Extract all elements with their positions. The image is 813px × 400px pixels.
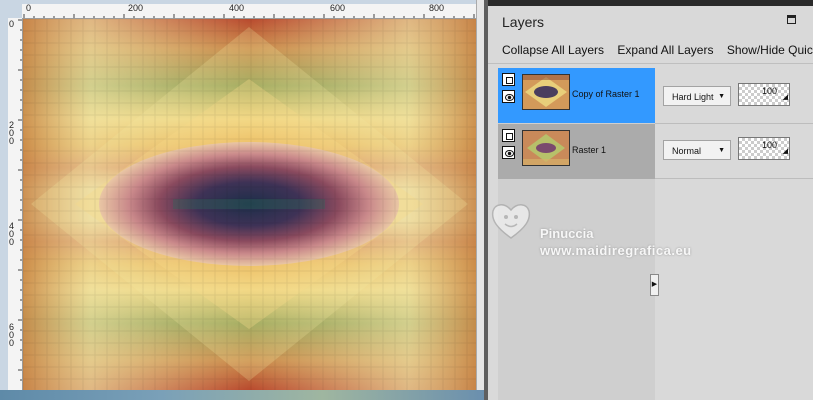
blend-mode-value: Hard Light: [672, 92, 714, 102]
dropdown-arrow-icon: ▼: [718, 93, 725, 100]
palette-title: Layers: [502, 14, 545, 30]
ruler-label: 0: [26, 4, 32, 13]
ruler-label: 200: [9, 120, 15, 146]
materials-palette-edge: [488, 0, 813, 6]
watermark-heart-icon: [491, 204, 531, 239]
desktop-background-strip: [0, 390, 484, 400]
layer-group-icon[interactable]: [502, 73, 515, 86]
palette-menu-icon[interactable]: [787, 15, 796, 24]
opacity-field[interactable]: 100 ◢: [738, 83, 790, 106]
canvas-pane: 0 200 400 600 800 0 200 400 600: [0, 0, 485, 400]
ruler-label: 200: [128, 4, 144, 13]
opacity-field[interactable]: 100 ◢: [738, 137, 790, 160]
layer-row-raster-1[interactable]: Raster 1: [498, 124, 655, 179]
ruler-horizontal: 0 200 400 600 800: [22, 4, 476, 19]
canvas-artwork: [23, 19, 476, 390]
layer-icons: [502, 129, 518, 159]
ruler-label: 600: [330, 4, 346, 13]
blend-mode-value: Normal: [672, 146, 702, 156]
ruler-label: 800: [429, 4, 445, 13]
blend-mode-dropdown[interactable]: Hard Light ▼: [663, 86, 731, 106]
expand-all-layers-button[interactable]: Expand All Layers: [617, 43, 713, 57]
watermark-url: www.maidiregrafica.eu: [540, 243, 692, 258]
ruler-label: 400: [229, 4, 245, 13]
layers-toolbar: Collapse All Layers Expand All Layers Sh…: [502, 43, 813, 57]
row-divider: [655, 178, 813, 179]
layer-properties-raster-1: Normal ▼ 100 ◢: [663, 137, 813, 164]
thumbnail-image: [523, 75, 569, 109]
ruler-vertical: 0 200 400 600: [8, 18, 23, 390]
layer-name: Raster 1: [572, 145, 607, 155]
visibility-eye-icon[interactable]: [502, 90, 515, 103]
ruler-label: 400: [9, 221, 15, 247]
show-hide-quick-search-button[interactable]: Show/Hide Quick Sea: [727, 43, 813, 57]
collapse-all-layers-button[interactable]: Collapse All Layers: [502, 43, 604, 57]
blend-mode-dropdown[interactable]: Normal ▼: [663, 140, 731, 160]
layer-icons: [502, 73, 518, 103]
visibility-eye-icon[interactable]: [502, 146, 515, 159]
watermark-name: Pinuccia: [540, 226, 594, 241]
image-canvas[interactable]: [23, 19, 476, 390]
dropdown-arrow-icon: ▼: [718, 147, 725, 154]
ruler-ticks: [18, 19, 22, 381]
opacity-slider-icon: ◢: [782, 94, 788, 101]
layer-thumbnail: [522, 130, 570, 166]
opacity-value: 100: [761, 86, 777, 96]
row-divider: [655, 123, 813, 124]
layer-properties-copy-of-raster-1: Hard Light ▼ 100 ◢: [663, 83, 813, 110]
layer-thumbnail: [522, 74, 570, 110]
layers-palette: Layers Collapse All Layers Expand All La…: [488, 0, 813, 400]
opacity-value: 100: [761, 140, 777, 150]
thumbnail-image: [523, 131, 569, 165]
layer-name: Copy of Raster 1: [572, 89, 640, 99]
ruler-ticks: [23, 14, 475, 18]
toolbar-divider: [488, 63, 813, 64]
panel-splitter-arrow-icon[interactable]: ▶: [650, 274, 659, 296]
layer-group-icon[interactable]: [502, 129, 515, 142]
layer-row-copy-of-raster-1[interactable]: Copy of Raster 1: [498, 68, 655, 123]
opacity-slider-icon: ◢: [782, 148, 788, 155]
ruler-label: 0: [9, 19, 15, 29]
ruler-label: 600: [9, 322, 15, 348]
